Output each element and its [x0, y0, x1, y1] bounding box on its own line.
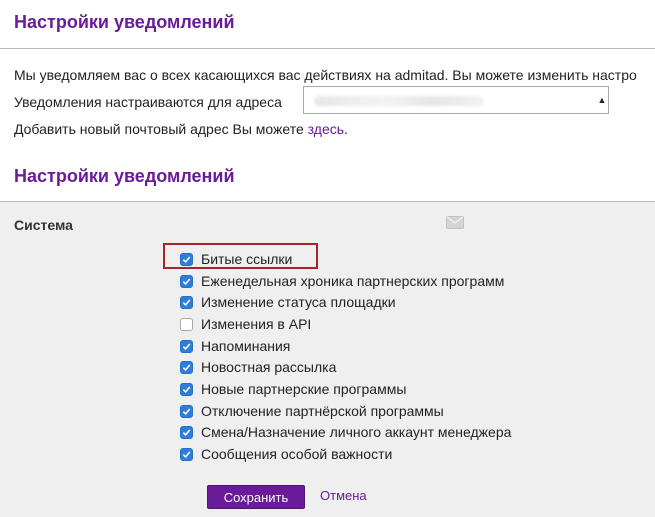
option-label: Изменение статуса площадки: [201, 294, 396, 310]
checkbox[interactable]: [180, 339, 193, 353]
notification-settings-page: Настройки уведомлений Мы уведомляем вас …: [0, 0, 655, 517]
checkbox[interactable]: [180, 404, 193, 418]
option-api-changes[interactable]: Изменения в API: [180, 314, 540, 334]
add-email-suffix: .: [344, 121, 348, 137]
option-program-disabled[interactable]: Отключение партнёрской программы: [180, 401, 540, 421]
email-value-redacted: [314, 96, 484, 106]
title-divider: [0, 48, 655, 49]
section-label-system: Система: [14, 217, 73, 233]
option-label: Битые ссылки: [201, 251, 293, 267]
option-label: Новые партнерские программы: [201, 381, 407, 397]
add-email-link[interactable]: здесь: [308, 121, 344, 137]
checkbox[interactable]: [180, 447, 193, 461]
option-reminders[interactable]: Напоминания: [180, 336, 540, 356]
settings-title: Настройки уведомлений: [14, 166, 235, 186]
checkbox[interactable]: [180, 295, 193, 309]
page-title: Настройки уведомлений: [14, 12, 235, 32]
email-select[interactable]: ▲: [303, 86, 609, 114]
option-label: Новостная рассылка: [201, 359, 337, 375]
option-weekly-digest[interactable]: Еженедельная хроника партнерских програм…: [180, 271, 540, 291]
option-new-programs[interactable]: Новые партнерские программы: [180, 379, 540, 399]
option-site-status[interactable]: Изменение статуса площадки: [180, 292, 540, 312]
checkbox[interactable]: [180, 274, 193, 288]
checkbox[interactable]: [180, 382, 193, 396]
intro-text: Мы уведомляем вас о всех касающихся вас …: [14, 67, 637, 83]
option-newsletter[interactable]: Новостная рассылка: [180, 357, 540, 377]
option-broken-links[interactable]: Битые ссылки: [180, 249, 540, 269]
option-manager-change[interactable]: Смена/Назначение личного аккаунт менедже…: [180, 422, 540, 442]
save-button[interactable]: Сохранить: [207, 485, 305, 509]
option-label: Еженедельная хроника партнерских програм…: [201, 273, 505, 289]
checkbox[interactable]: [180, 425, 193, 439]
add-email-text: Добавить новый почтовый адрес Вы можете: [14, 121, 308, 137]
checkbox[interactable]: [180, 360, 193, 374]
option-label: Изменения в API: [201, 316, 312, 332]
dropdown-arrow-icon[interactable]: ▲: [596, 87, 608, 113]
checkbox[interactable]: [180, 252, 193, 266]
mail-icon: [446, 216, 464, 229]
email-label: Уведомления настраиваются для адреса: [14, 94, 282, 110]
add-email-line: Добавить новый почтовый адрес Вы можете …: [14, 121, 348, 137]
option-important-messages[interactable]: Сообщения особой важности: [180, 444, 540, 464]
checkbox[interactable]: [180, 317, 193, 331]
option-label: Напоминания: [201, 338, 291, 354]
option-label: Сообщения особой важности: [201, 446, 393, 462]
option-label: Отключение партнёрской программы: [201, 403, 444, 419]
option-label: Смена/Назначение личного аккаунт менедже…: [201, 424, 512, 440]
cancel-link[interactable]: Отмена: [320, 488, 367, 503]
